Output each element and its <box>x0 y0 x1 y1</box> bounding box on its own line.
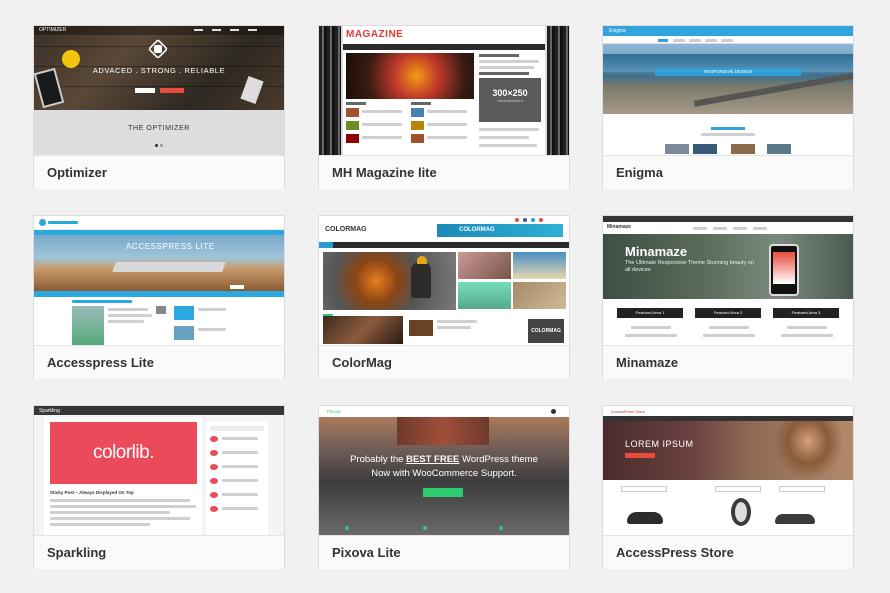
theme-card-accesspress-store[interactable]: AccessPress Store LOREM IPSUM AccessPres… <box>602 405 854 569</box>
theme-name: ColorMag <box>319 345 569 379</box>
theme-screenshot[interactable]: Minamaze Minamaze The Ultimate Responsiv… <box>603 216 853 345</box>
site-logo: Enigma <box>609 28 626 34</box>
nav-bar <box>343 44 545 50</box>
hero-title: ACCESSPRESS LITE <box>126 242 215 251</box>
theme-card-sparkling[interactable]: Sparkling colorlib. Sticky Post – Always… <box>33 405 285 569</box>
theme-screenshot[interactable]: MAGAZINE 300×250 Advertisement <box>319 26 569 155</box>
site-logo: MAGAZINE <box>346 29 404 40</box>
theme-name: Optimizer <box>34 155 284 189</box>
hero-image <box>346 53 474 99</box>
featured-area-button: Featured Area 2 <box>695 308 761 318</box>
ad-badge: COLORMAG <box>528 319 564 343</box>
theme-name: Accesspress Lite <box>34 345 284 379</box>
theme-name: AccessPress Store <box>603 535 853 569</box>
theme-card-mh-magazine-lite[interactable]: MAGAZINE 300×250 Advertisement MH Magazin… <box>318 25 570 189</box>
hero-subtitle: The Ultimate Responsive Theme Stunning b… <box>625 260 754 273</box>
section-title: THE OPTIMIZER <box>128 125 190 132</box>
theme-screenshot[interactable]: AccessPress Store LOREM IPSUM <box>603 406 853 535</box>
featured-area-button: Featured Area 3 <box>773 308 839 318</box>
theme-screenshot[interactable]: Enigma RESPONSIVE DESIGN <box>603 26 853 155</box>
theme-name: Enigma <box>603 155 853 189</box>
nav-bar <box>34 406 284 415</box>
hero-band: RESPONSIVE DESIGN <box>655 68 801 76</box>
theme-card-colormag[interactable]: COLORMAG COLORMAG COLORMAG ColorMag <box>318 215 570 379</box>
featured-area-button: Featured Area 1 <box>617 308 683 318</box>
site-logo: COLORMAG <box>325 226 367 233</box>
hero-image <box>323 252 456 310</box>
theme-card-accesspress-lite[interactable]: ACCESSPRESS LITE Accesspress Lite <box>33 215 285 379</box>
site-logo: Sparkling <box>39 408 60 414</box>
hero-button <box>423 488 463 497</box>
theme-screenshot[interactable]: COLORMAG COLORMAG COLORMAG <box>319 216 569 345</box>
hero-headline: Probably the BEST FREE WordPress theme <box>350 454 538 465</box>
theme-card-minamaze[interactable]: Minamaze Minamaze The Ultimate Responsiv… <box>602 215 854 379</box>
theme-screenshot[interactable]: ACCESSPRESS LITE <box>34 216 284 345</box>
hero-button <box>135 88 155 93</box>
theme-name: Pixova Lite <box>319 535 569 569</box>
theme-name: Minamaze <box>603 345 853 379</box>
hero-title: Minamaze <box>625 244 688 259</box>
theme-name: Sparkling <box>34 535 284 569</box>
hero-subheadline: Now with WooCommerce Support. <box>371 468 517 479</box>
theme-card-enigma[interactable]: Enigma RESPONSIVE DESIGN Enigma <box>602 25 854 189</box>
site-logo: Minamaze <box>607 224 631 230</box>
menu-icon <box>551 409 556 414</box>
nav-bar <box>603 26 853 36</box>
theme-screenshot[interactable]: OPTIMIZER ADVACED . STRONG . RELIABLE — … <box>34 26 284 155</box>
logo-icon <box>39 219 46 226</box>
ad-placeholder: 300×250 Advertisement <box>479 78 541 122</box>
theme-card-pixova-lite[interactable]: Pixova Probably the BEST FREE WordPress … <box>318 405 570 569</box>
site-logo: AccessPress Store <box>611 409 645 414</box>
hero-button <box>160 88 184 93</box>
nav-bar <box>34 26 284 35</box>
slider-dots <box>155 144 165 147</box>
theme-screenshot[interactable]: Sparkling colorlib. Sticky Post – Always… <box>34 406 284 535</box>
theme-card-optimizer[interactable]: OPTIMIZER ADVACED . STRONG . RELIABLE — … <box>33 25 285 189</box>
ad-banner: COLORMAG <box>437 224 563 237</box>
nav-bar <box>319 242 569 248</box>
theme-name: MH Magazine lite <box>319 155 569 189</box>
phone-graphic <box>240 75 264 105</box>
site-logo: OPTIMIZER <box>39 27 67 33</box>
site-logo: Pixova <box>327 409 341 414</box>
brand-banner: colorlib. <box>50 422 197 484</box>
hero-title: LOREM IPSUM <box>625 439 694 449</box>
hero-tagline: ADVACED . STRONG . RELIABLE <box>92 66 226 75</box>
hero-image: OPTIMIZER ADVACED . STRONG . RELIABLE <box>34 26 284 110</box>
post-title: Sticky Post – Always Displayed On Top <box>50 490 134 495</box>
theme-screenshot[interactable]: Pixova Probably the BEST FREE WordPress … <box>319 406 569 535</box>
